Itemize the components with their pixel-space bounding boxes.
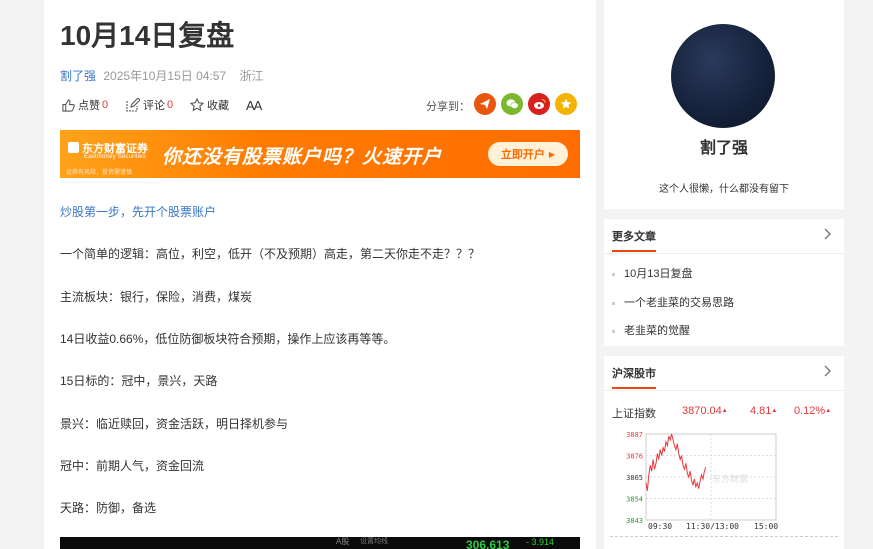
share-toutiao-button[interactable]	[474, 93, 496, 115]
chart-image-tab: A股	[336, 537, 350, 546]
bullet-icon	[612, 272, 615, 276]
x-tick-label: 11:30/13:00	[686, 522, 739, 531]
bullet-icon	[612, 301, 615, 305]
star-outline-icon	[190, 98, 204, 112]
chevron-right-icon[interactable]	[824, 228, 832, 240]
up-arrow-icon: ▲	[771, 408, 778, 415]
font-size-button[interactable]: AA	[246, 96, 262, 114]
share-wechat-button[interactable]	[501, 93, 523, 115]
profile-bio: 这个人很懒，什么都没有留下	[659, 184, 789, 195]
chart-image-change: - 3.914	[526, 537, 555, 547]
y-tick-label: 3843	[626, 517, 643, 525]
more-article-item[interactable]: 老韭菜的觉醒	[612, 322, 690, 338]
y-tick-label: 3876	[626, 453, 643, 461]
wechat-icon	[506, 99, 519, 109]
like-label: 点赞	[78, 100, 100, 112]
article-paragraph: 景兴：临近赎回，资金活跃，明日择机参与	[60, 417, 289, 431]
open-account-banner[interactable]: 东方财富证券 Eastmoney Securities 证券有风险，投资需谨慎 …	[60, 130, 580, 178]
up-arrow-icon: ▲	[721, 408, 728, 415]
share-qzone-button[interactable]	[555, 93, 577, 115]
more-article-label: 老韭菜的觉醒	[624, 325, 690, 337]
article-title: 10月14日复盘	[60, 20, 235, 51]
article-chart-image: A股 设置均线 306.613 - 3.914	[60, 537, 580, 549]
panel-header: 更多文章	[604, 219, 844, 254]
index-price: 3870.04	[682, 405, 722, 417]
author-profile-card: 割了强 这个人很懒，什么都没有留下	[604, 0, 844, 209]
chart-image-value: 306.613	[466, 538, 510, 549]
index-intraday-chart[interactable]: 3887 3876 3865 3854 3843 东方财富	[616, 431, 780, 532]
more-article-label: 10月13日复盘	[624, 268, 693, 280]
article-card: 10月14日复盘 割了强 2025年10月15日 04:57 浙江 点赞 0 评…	[44, 0, 596, 549]
article-paragraph: 主流板块：银行，保险，消费，煤炭	[60, 290, 253, 304]
share-weibo-button[interactable]	[528, 93, 550, 115]
like-count: 0	[102, 99, 109, 111]
open-account-link[interactable]: 炒股第一步，先开个股票账户	[60, 203, 216, 220]
intraday-chart-svg: 3887 3876 3865 3854 3843	[626, 431, 777, 525]
edit-icon	[126, 98, 140, 112]
font-size-label: AA	[246, 97, 262, 113]
paper-plane-icon	[480, 99, 490, 109]
ip-location: 浙江	[239, 69, 264, 83]
article-paragraph: 冠中：前期人气，资金回流	[60, 459, 205, 473]
chart-watermark: 东方财富	[712, 474, 749, 484]
banner-headline: 你还没有股票账户吗？火速开户	[162, 147, 443, 168]
more-article-label: 一个老韭菜的交易思路	[624, 297, 734, 309]
article-paragraph: 14日收益0.66%，低位防御板块符合预期，操作上应该再等等。	[60, 332, 396, 346]
divider	[610, 536, 838, 537]
star-icon	[560, 98, 572, 109]
index-change: 4.81	[750, 405, 772, 417]
index-name: 上证指数	[612, 408, 656, 420]
avatar[interactable]	[671, 24, 775, 128]
thumbs-up-icon	[62, 98, 75, 112]
profile-name[interactable]: 割了强	[604, 134, 844, 158]
y-tick-label: 3887	[626, 432, 643, 439]
market-title: 沪深股市	[612, 365, 656, 389]
more-articles-title: 更多文章	[612, 228, 656, 252]
market-panel: 沪深股市 上证指数 3870.04▲ 4.81▲ 0.12%▲ 3887 3876…	[604, 356, 844, 549]
banner-risk-note: 证券有风险，投资需谨慎	[66, 170, 133, 176]
chart-image-ma-setting: 设置均线	[360, 538, 388, 545]
index-change-pct-cell: 0.12%▲	[794, 405, 831, 417]
x-tick-label: 09:30	[648, 522, 673, 531]
up-arrow-icon: ▲	[825, 408, 832, 415]
article-meta: 割了强 2025年10月15日 04:57 浙江	[60, 67, 263, 84]
favorite-label: 收藏	[207, 100, 229, 112]
more-article-item[interactable]: 10月13日复盘	[612, 265, 692, 281]
y-tick-label: 3854	[626, 496, 643, 504]
play-triangle-icon: ▶	[548, 149, 556, 159]
weibo-icon	[533, 99, 545, 109]
x-tick-label: 15:00	[754, 522, 779, 531]
more-articles-panel: 更多文章 10月13日复盘 一个老韭菜的交易思路 老韭菜的觉醒	[604, 219, 844, 346]
share-label: 分享到：	[426, 101, 470, 113]
banner-button-label: 立即开户	[500, 149, 545, 161]
comment-count: 0	[167, 99, 174, 111]
like-button[interactable]: 点赞 0	[62, 96, 108, 114]
y-tick-label: 3865	[626, 474, 643, 482]
panel-header: 沪深股市	[604, 356, 844, 391]
chevron-right-icon[interactable]	[824, 365, 832, 377]
index-price-cell: 3870.04▲	[682, 405, 728, 417]
eastmoney-logo-icon	[68, 142, 79, 153]
action-bar: 点赞 0 评论 0 收藏 AA 分享到：	[60, 93, 580, 116]
bullet-icon	[612, 329, 615, 333]
author-link[interactable]: 割了强	[60, 69, 96, 83]
banner-logo-sub: Eastmoney Securities	[84, 154, 147, 160]
banner-open-account-button[interactable]: 立即开户 ▶	[488, 142, 568, 166]
publish-time: 2025年10月15日 04:57	[103, 69, 227, 83]
index-change-pct: 0.12%	[794, 405, 826, 417]
article-paragraph: 一个简单的逻辑：高位，利空，低开（不及预期）高走，第二天你走不走？？？	[60, 247, 481, 261]
article-paragraph: 天路：防御，备选	[60, 501, 157, 515]
comment-label: 评论	[143, 100, 165, 112]
more-article-item[interactable]: 一个老韭菜的交易思路	[612, 294, 734, 310]
article-paragraph: 15日标的：冠中，景兴，天路	[60, 374, 218, 388]
index-change-cell: 4.81▲	[750, 405, 777, 417]
favorite-button[interactable]: 收藏	[190, 96, 229, 114]
comment-button[interactable]: 评论 0	[126, 96, 173, 114]
